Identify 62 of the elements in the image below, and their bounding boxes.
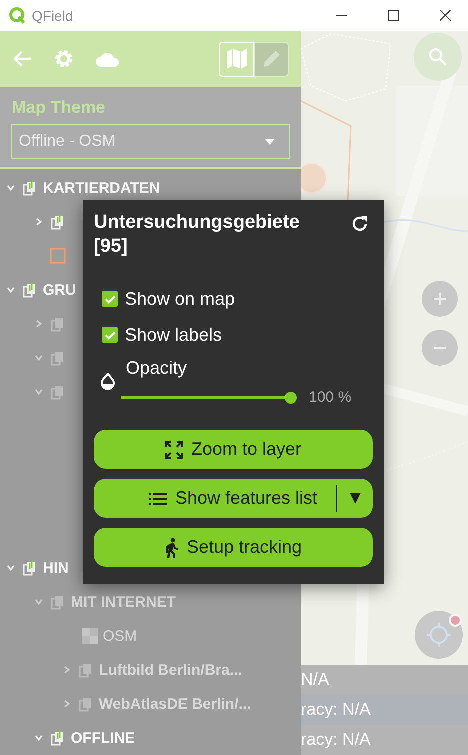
action-button[interactable]: Show features list bbox=[94, 479, 373, 518]
expand-icon bbox=[165, 440, 184, 458]
minimize-icon bbox=[336, 15, 346, 16]
close-icon bbox=[440, 10, 450, 21]
mode-toggle[interactable] bbox=[254, 42, 289, 76]
layer-name[interactable]: OFFLINE bbox=[68, 730, 136, 746]
walking-person-icon bbox=[164, 538, 179, 558]
crosshair-icon bbox=[426, 622, 452, 648]
layers-icon bbox=[23, 180, 37, 196]
chevron-right-icon[interactable] bbox=[36, 320, 42, 328]
position-info: N/A bbox=[301, 665, 468, 695]
chevron-right-icon[interactable] bbox=[64, 700, 70, 708]
action-button[interactable]: Setup tracking bbox=[94, 528, 373, 567]
layers-icon bbox=[79, 662, 93, 678]
section-label: Map Theme bbox=[11, 97, 107, 119]
app-logo-icon bbox=[9, 7, 26, 24]
layers-icon bbox=[23, 282, 37, 298]
pencil-icon bbox=[262, 49, 282, 69]
theme-dropdown[interactable]: Offline - OSM bbox=[11, 124, 290, 159]
layers-icon bbox=[23, 560, 37, 576]
map-icon bbox=[226, 48, 248, 70]
layer-name[interactable]: HIN bbox=[40, 560, 69, 576]
check-icon bbox=[104, 294, 116, 304]
position-info: racy: N/A bbox=[301, 725, 468, 755]
minus-icon bbox=[434, 347, 446, 349]
opacity-value: 100 % bbox=[309, 389, 352, 406]
opacity-label: Opacity bbox=[126, 358, 188, 379]
settings-icon[interactable] bbox=[54, 49, 74, 69]
chevron-right-icon[interactable] bbox=[64, 666, 70, 674]
maximize-icon bbox=[388, 10, 398, 21]
checkbox-label: Show labels bbox=[125, 324, 222, 346]
action-button[interactable]: Zoom to layer bbox=[94, 430, 373, 469]
check-icon bbox=[104, 330, 116, 340]
checkbox[interactable] bbox=[102, 327, 118, 343]
raster-icon bbox=[82, 628, 98, 644]
checkbox-label: Show on map bbox=[125, 288, 236, 310]
layer-name[interactable]: KARTIERDATEN bbox=[40, 180, 160, 196]
caret-icon bbox=[265, 138, 275, 144]
refresh-icon[interactable] bbox=[351, 215, 369, 233]
layers-icon bbox=[79, 696, 93, 712]
layer-name[interactable]: Luftbild Berlin/Bra... bbox=[96, 662, 242, 678]
window-title: QField bbox=[32, 8, 74, 24]
popup-title: Untersuchungsgebiete [95] bbox=[94, 211, 301, 259]
list-icon bbox=[149, 492, 168, 504]
caret-icon bbox=[350, 493, 360, 504]
search-icon bbox=[429, 48, 447, 66]
position-info: racy: N/A bbox=[301, 695, 468, 725]
layer-name[interactable]: MIT INTERNET bbox=[68, 594, 176, 610]
layer-name[interactable]: WebAtlasDE Berlin/... bbox=[96, 696, 252, 712]
chevron-down-icon[interactable] bbox=[35, 389, 43, 395]
slider-thumb[interactable] bbox=[285, 392, 297, 404]
chevron-down-icon[interactable] bbox=[35, 599, 43, 605]
plus-icon bbox=[434, 293, 446, 305]
layers-icon bbox=[51, 594, 65, 610]
checkbox[interactable] bbox=[102, 291, 118, 307]
droplet-icon bbox=[100, 373, 116, 391]
layer-name[interactable]: GRU bbox=[40, 282, 76, 298]
back-arrow-icon[interactable] bbox=[14, 51, 32, 67]
layers-icon bbox=[51, 730, 65, 746]
layer-name[interactable]: OSM bbox=[100, 628, 138, 644]
cloud-icon[interactable] bbox=[96, 51, 120, 67]
chevron-down-icon[interactable] bbox=[35, 355, 43, 361]
